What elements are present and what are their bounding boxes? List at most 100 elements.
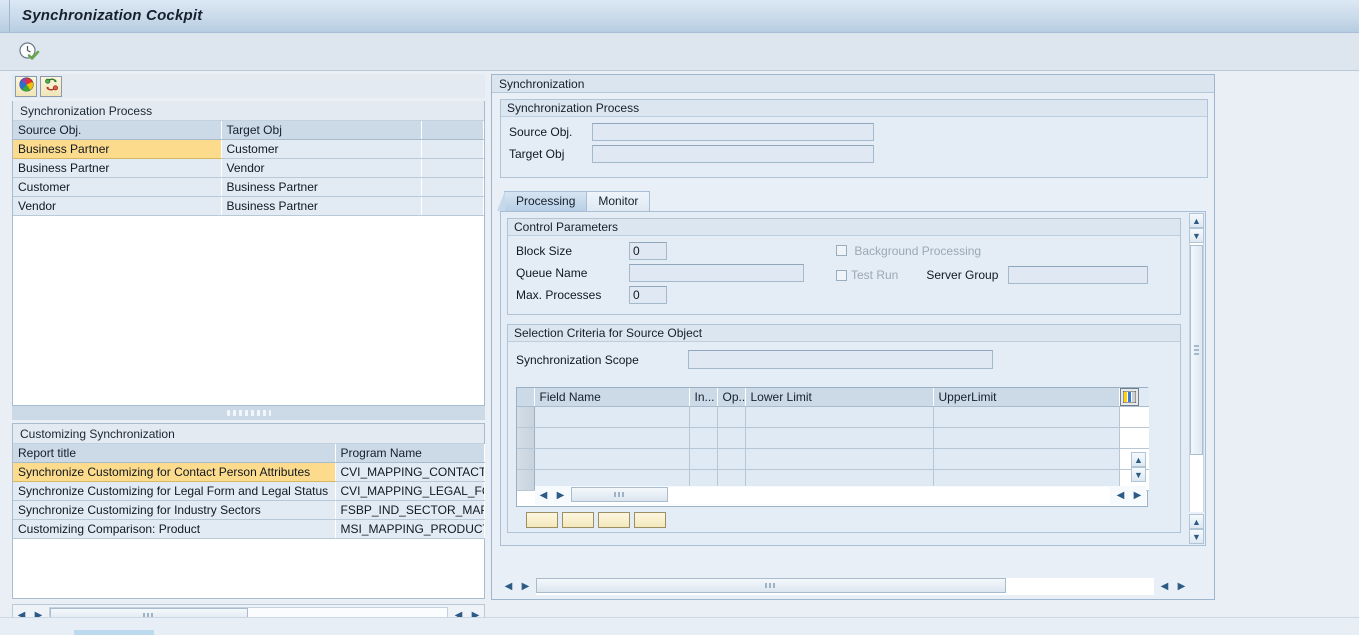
table-row[interactable]: Synchronize Customizing for Industry Sec… <box>13 500 485 520</box>
table-row[interactable]: Synchronize Customizing for Contact Pers… <box>13 462 485 482</box>
selection-table-horizontal-scrollbar[interactable]: ◀ ▶ ◀ ▶ <box>535 486 1146 505</box>
scroll-page-left-arrow-icon[interactable]: ◀ <box>1156 577 1173 595</box>
cell-upper-limit[interactable] <box>933 448 1120 470</box>
cell-source-obj[interactable]: Business Partner <box>13 139 222 159</box>
column-header-lower-limit[interactable]: Lower Limit <box>745 388 934 407</box>
scroll-track[interactable] <box>571 487 1110 504</box>
cell-target-obj[interactable]: Business Partner <box>221 177 422 197</box>
selection-table-vertical-scrollbar[interactable]: ▲ ▼ <box>1131 452 1146 482</box>
left-panel-splitter[interactable] <box>12 406 485 420</box>
table-row[interactable] <box>517 406 1149 428</box>
cell-program-name[interactable]: CVI_MAPPING_CONTACTS <box>335 462 485 482</box>
cell-source-obj[interactable]: Vendor <box>13 196 222 216</box>
cell-program-name[interactable]: MSI_MAPPING_PRODUCT_ <box>335 519 485 539</box>
scroll-thumb[interactable] <box>536 577 1006 593</box>
row-selector-cell[interactable] <box>517 406 535 428</box>
selection-option-button-1[interactable] <box>526 512 558 528</box>
scroll-page-left-arrow-icon[interactable]: ◀ <box>1112 487 1129 505</box>
scroll-down-arrow-icon[interactable]: ▼ <box>1189 228 1204 243</box>
cell-source-obj[interactable]: Business Partner <box>13 158 222 178</box>
cell-include[interactable] <box>689 427 718 449</box>
column-header-field-name[interactable]: Field Name <box>534 388 690 407</box>
cell-option[interactable] <box>717 427 746 449</box>
cell-report-title[interactable]: Synchronize Customizing for Industry Sec… <box>13 500 336 520</box>
processing-panel-vertical-scrollbar[interactable]: ▲ ▼ ▲ ▼ <box>1189 213 1204 544</box>
scroll-up-arrow-icon[interactable]: ▲ <box>1189 213 1204 228</box>
source-obj-input[interactable] <box>592 123 874 141</box>
cell-target-obj[interactable]: Vendor <box>221 158 422 178</box>
tab-processing[interactable]: Processing <box>497 191 588 211</box>
column-header-report-title[interactable]: Report title <box>13 444 336 463</box>
cell-target-obj[interactable]: Customer <box>221 139 422 159</box>
table-row[interactable] <box>517 427 1149 449</box>
scroll-thumb[interactable] <box>571 487 668 502</box>
column-header-upper-limit[interactable]: UpperLimit <box>933 388 1120 407</box>
cell-option[interactable] <box>717 406 746 428</box>
cell-field-name[interactable] <box>534 427 690 449</box>
block-size-input[interactable] <box>629 242 667 260</box>
scroll-down-arrow-icon[interactable]: ▼ <box>1131 467 1146 482</box>
cell-field-name[interactable] <box>534 406 690 428</box>
scroll-thumb[interactable] <box>1190 245 1203 455</box>
selection-option-button-3[interactable] <box>598 512 630 528</box>
row-selector-cell[interactable] <box>517 448 535 470</box>
server-group-input[interactable] <box>1008 266 1149 284</box>
table-columns-config-icon[interactable] <box>1119 388 1139 406</box>
scroll-track[interactable] <box>1189 243 1204 512</box>
cell-lower-limit[interactable] <box>745 448 934 470</box>
target-obj-input[interactable] <box>592 145 874 163</box>
scroll-left-arrow-icon[interactable]: ◀ <box>535 487 552 505</box>
queue-name-input[interactable] <box>629 264 804 282</box>
cell-include[interactable] <box>689 448 718 470</box>
synchronize-button[interactable] <box>40 75 62 97</box>
column-header-option[interactable]: Op... <box>717 388 746 407</box>
scroll-right-arrow-icon[interactable]: ▶ <box>517 577 534 595</box>
scroll-page-right-arrow-icon[interactable]: ▶ <box>1173 577 1190 595</box>
cell-source-obj[interactable]: Customer <box>13 177 222 197</box>
test-run-checkbox[interactable] <box>836 269 847 281</box>
scroll-left-arrow-icon[interactable]: ◀ <box>500 577 517 595</box>
table-row[interactable]: Business Partner Customer <box>13 139 484 159</box>
synchronization-scope-input[interactable] <box>688 350 993 369</box>
cell-target-obj[interactable]: Business Partner <box>221 196 422 216</box>
cell-upper-limit[interactable] <box>933 406 1120 428</box>
cell-report-title[interactable]: Customizing Comparison: Product <box>13 519 336 539</box>
column-header-source-obj[interactable]: Source Obj. <box>13 121 222 140</box>
scroll-page-right-arrow-icon[interactable]: ▶ <box>1129 487 1146 505</box>
row-selector-cell[interactable] <box>517 469 535 491</box>
cell-program-name[interactable]: FSBP_IND_SECTOR_MAPPI <box>335 500 485 520</box>
cell-report-title[interactable]: Synchronize Customizing for Legal Form a… <box>13 481 336 501</box>
cell-lower-limit[interactable] <box>745 406 934 428</box>
table-row[interactable]: Synchronize Customizing for Legal Form a… <box>13 481 485 501</box>
table-row[interactable] <box>517 448 1149 470</box>
processing-panel-horizontal-scrollbar[interactable]: ◀ ▶ ◀ ▶ <box>500 577 1190 595</box>
column-header-program-name[interactable]: Program Name <box>335 444 485 463</box>
background-processing-checkbox[interactable] <box>836 245 847 256</box>
table-row[interactable]: Business Partner Vendor <box>13 158 484 178</box>
cell-field-name[interactable] <box>534 448 690 470</box>
table-row[interactable]: Customizing Comparison: Product MSI_MAPP… <box>13 519 485 539</box>
cell-report-title[interactable]: Synchronize Customizing for Contact Pers… <box>13 462 336 482</box>
selection-option-button-4[interactable] <box>634 512 666 528</box>
display-legend-button[interactable] <box>15 75 37 97</box>
scroll-up-arrow-icon[interactable]: ▲ <box>1131 452 1146 467</box>
max-processes-input[interactable] <box>629 286 667 304</box>
selection-option-button-2[interactable] <box>562 512 594 528</box>
clock-check-icon[interactable] <box>16 39 42 65</box>
cell-lower-limit[interactable] <box>745 427 934 449</box>
column-header-include[interactable]: In... <box>689 388 718 407</box>
title-bar-accent <box>0 0 10 32</box>
tab-monitor[interactable]: Monitor <box>586 191 651 211</box>
row-selector-cell[interactable] <box>517 427 535 449</box>
cell-include[interactable] <box>689 406 718 428</box>
scroll-page-down-arrow-icon[interactable]: ▼ <box>1189 529 1204 544</box>
cell-option[interactable] <box>717 448 746 470</box>
cell-upper-limit[interactable] <box>933 427 1120 449</box>
table-row[interactable]: Customer Business Partner <box>13 177 484 197</box>
scroll-page-up-arrow-icon[interactable]: ▲ <box>1189 514 1204 529</box>
scroll-right-arrow-icon[interactable]: ▶ <box>552 487 569 505</box>
table-row[interactable]: Vendor Business Partner <box>13 196 484 216</box>
scroll-track[interactable] <box>536 577 1154 595</box>
column-header-target-obj[interactable]: Target Obj <box>221 121 422 140</box>
cell-program-name[interactable]: CVI_MAPPING_LEGAL_FOR <box>335 481 485 501</box>
